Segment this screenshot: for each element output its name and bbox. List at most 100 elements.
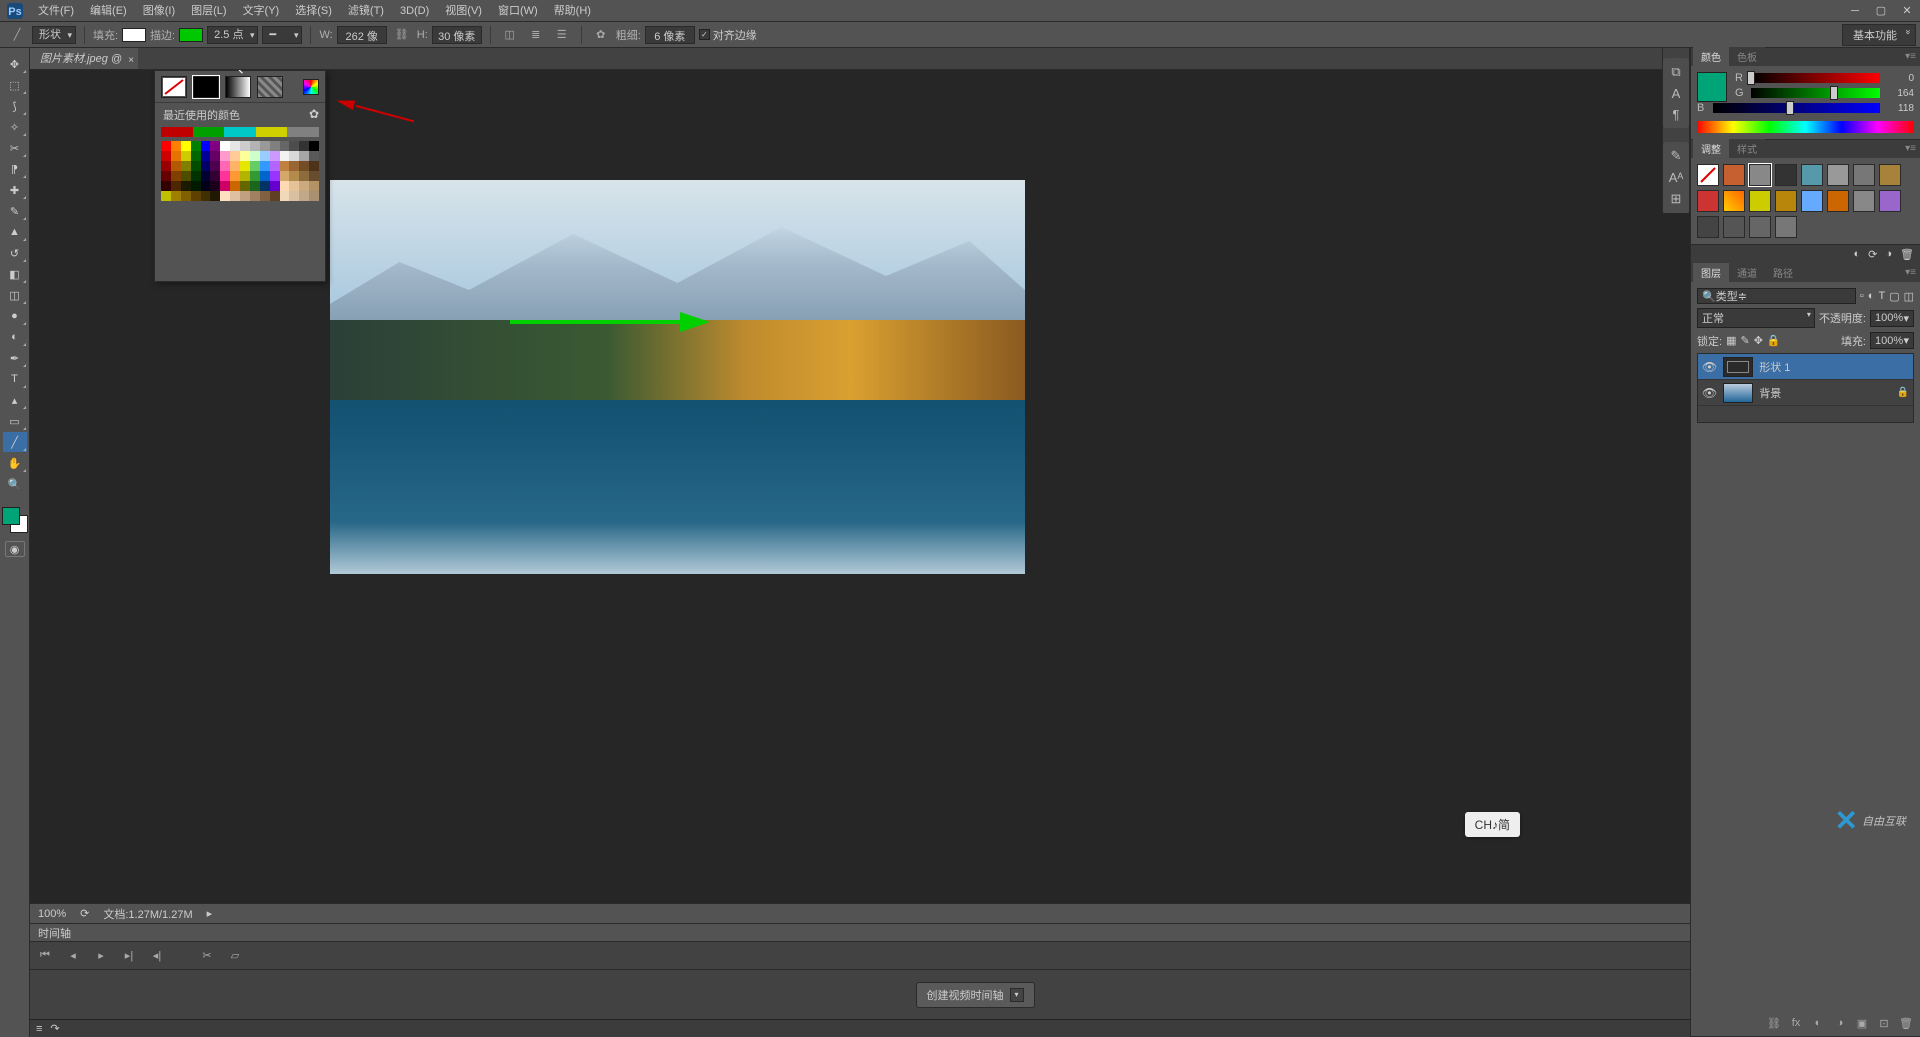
style-preset[interactable] (1853, 190, 1875, 212)
grid-swatch[interactable] (250, 171, 260, 181)
filter-adjust-icon[interactable]: ◐ (1868, 290, 1875, 302)
gradient-tool[interactable]: ◫ (3, 285, 27, 305)
grid-swatch[interactable] (161, 181, 171, 191)
stroke-width-select[interactable]: 2.5 点 (207, 26, 258, 44)
grid-swatch[interactable] (270, 161, 280, 171)
grid-swatch[interactable] (191, 151, 201, 161)
menu-3d[interactable]: 3D(D) (392, 0, 437, 22)
prev-frame-icon[interactable]: ◂ (64, 947, 82, 965)
grid-swatch[interactable] (161, 191, 171, 201)
align-icon[interactable]: ≣ (525, 24, 547, 46)
style-preset[interactable] (1879, 190, 1901, 212)
grid-swatch[interactable] (270, 191, 280, 201)
grid-swatch[interactable] (309, 171, 319, 181)
grid-swatch[interactable] (201, 181, 211, 191)
grid-swatch[interactable] (299, 191, 309, 201)
grid-swatch[interactable] (299, 141, 309, 151)
grid-swatch[interactable] (161, 161, 171, 171)
history-panel-icon[interactable]: ⧉ (1666, 64, 1686, 80)
grid-swatch[interactable] (289, 171, 299, 181)
menu-help[interactable]: 帮助(H) (546, 0, 599, 22)
style-preset[interactable] (1879, 164, 1901, 186)
grid-swatch[interactable] (280, 191, 290, 201)
style-preset[interactable] (1723, 164, 1745, 186)
filter-smart-icon[interactable]: ◫ (1904, 290, 1914, 303)
line-tool[interactable]: ╱ (3, 432, 27, 452)
gear-icon[interactable]: ✿ (590, 24, 612, 46)
zoom-level[interactable]: 100% (38, 908, 66, 920)
color-picker-button[interactable] (303, 79, 319, 95)
blend-mode-select[interactable]: 正常 (1697, 308, 1815, 328)
style-preset[interactable] (1853, 164, 1875, 186)
grid-swatch[interactable] (171, 191, 181, 201)
path-ops-icon[interactable]: ◫ (499, 24, 521, 46)
menu-layer[interactable]: 图层(L) (183, 0, 234, 22)
grid-swatch[interactable] (299, 181, 309, 191)
current-color-swatch[interactable] (1697, 72, 1727, 102)
grid-swatch[interactable] (210, 171, 220, 181)
swatch-grid[interactable] (161, 141, 319, 201)
stroke-swatch[interactable] (179, 28, 203, 42)
grid-swatch[interactable] (201, 191, 211, 201)
grid-swatch[interactable] (260, 141, 270, 151)
layer-item[interactable]: 👁 形状 1 (1698, 354, 1913, 380)
menu-image[interactable]: 图像(I) (135, 0, 183, 22)
popup-settings-icon[interactable]: ✿ (309, 107, 319, 121)
mask-icon[interactable]: ◐ (1810, 1017, 1826, 1030)
grid-swatch[interactable] (181, 181, 191, 191)
grid-swatch[interactable] (171, 161, 181, 171)
recent-swatch[interactable] (287, 127, 319, 137)
grid-swatch[interactable] (220, 191, 230, 201)
pattern-tab[interactable] (257, 76, 283, 98)
new-group-icon[interactable]: ▣ (1854, 1017, 1870, 1030)
grid-swatch[interactable] (270, 141, 280, 151)
grid-swatch[interactable] (210, 151, 220, 161)
lock-pixel-icon[interactable]: ✎ (1740, 334, 1749, 347)
timeline-footer-icon[interactable]: ≡ (36, 1023, 42, 1035)
layer-name[interactable]: 形状 1 (1759, 359, 1790, 375)
gradient-tab[interactable] (225, 76, 251, 98)
style-preset[interactable] (1697, 190, 1719, 212)
history-brush-tool[interactable]: ↺ (3, 243, 27, 263)
chevron-down-icon[interactable]: ▾ (1010, 988, 1024, 1002)
tool-mode-select[interactable]: 形状 (32, 26, 76, 44)
marquee-tool[interactable]: ⬚ (3, 75, 27, 95)
fill-swatch[interactable] (122, 28, 146, 42)
grid-swatch[interactable] (280, 181, 290, 191)
grid-swatch[interactable] (260, 171, 270, 181)
opacity-input[interactable]: 100%▾ (1870, 310, 1914, 327)
hue-strip[interactable] (1697, 121, 1914, 133)
timeline-tab-label[interactable]: 时间轴 (38, 925, 71, 941)
stamp-tool[interactable]: ▲ (3, 222, 27, 242)
type-tool[interactable]: T (3, 369, 27, 389)
grid-swatch[interactable] (299, 171, 309, 181)
grid-swatch[interactable] (250, 191, 260, 201)
menu-window[interactable]: 窗口(W) (490, 0, 546, 22)
grid-swatch[interactable] (171, 141, 181, 151)
panel-menu-icon[interactable]: ▾≡ (1905, 143, 1916, 154)
grid-swatch[interactable] (309, 191, 319, 201)
grid-swatch[interactable] (309, 141, 319, 151)
grid-swatch[interactable] (161, 141, 171, 151)
panel-icon[interactable]: ◐ (1854, 248, 1861, 261)
grid-swatch[interactable] (289, 191, 299, 201)
grid-swatch[interactable] (161, 151, 171, 161)
tab-layers[interactable]: 图层 (1693, 263, 1729, 282)
grid-swatch[interactable] (201, 161, 211, 171)
grid-swatch[interactable] (191, 161, 201, 171)
grid-swatch[interactable] (230, 191, 240, 201)
workspace-switcher[interactable]: 基本功能 (1842, 24, 1916, 46)
style-preset[interactable] (1775, 216, 1797, 238)
grid-swatch[interactable] (191, 141, 201, 151)
menu-view[interactable]: 视图(V) (437, 0, 490, 22)
cut-icon[interactable]: ✂ (198, 947, 216, 965)
crop-tool[interactable]: ✂ (3, 138, 27, 158)
fill-input[interactable]: 100%▾ (1870, 332, 1914, 349)
lock-all-icon[interactable]: 🔒 (1767, 334, 1781, 347)
grid-swatch[interactable] (260, 181, 270, 191)
goto-first-icon[interactable]: ⏮ (36, 947, 54, 965)
play-icon[interactable]: ▸ (92, 947, 110, 965)
recent-swatch[interactable] (256, 127, 288, 137)
minimize-button[interactable]: ─ (1842, 1, 1868, 21)
grid-swatch[interactable] (260, 191, 270, 201)
